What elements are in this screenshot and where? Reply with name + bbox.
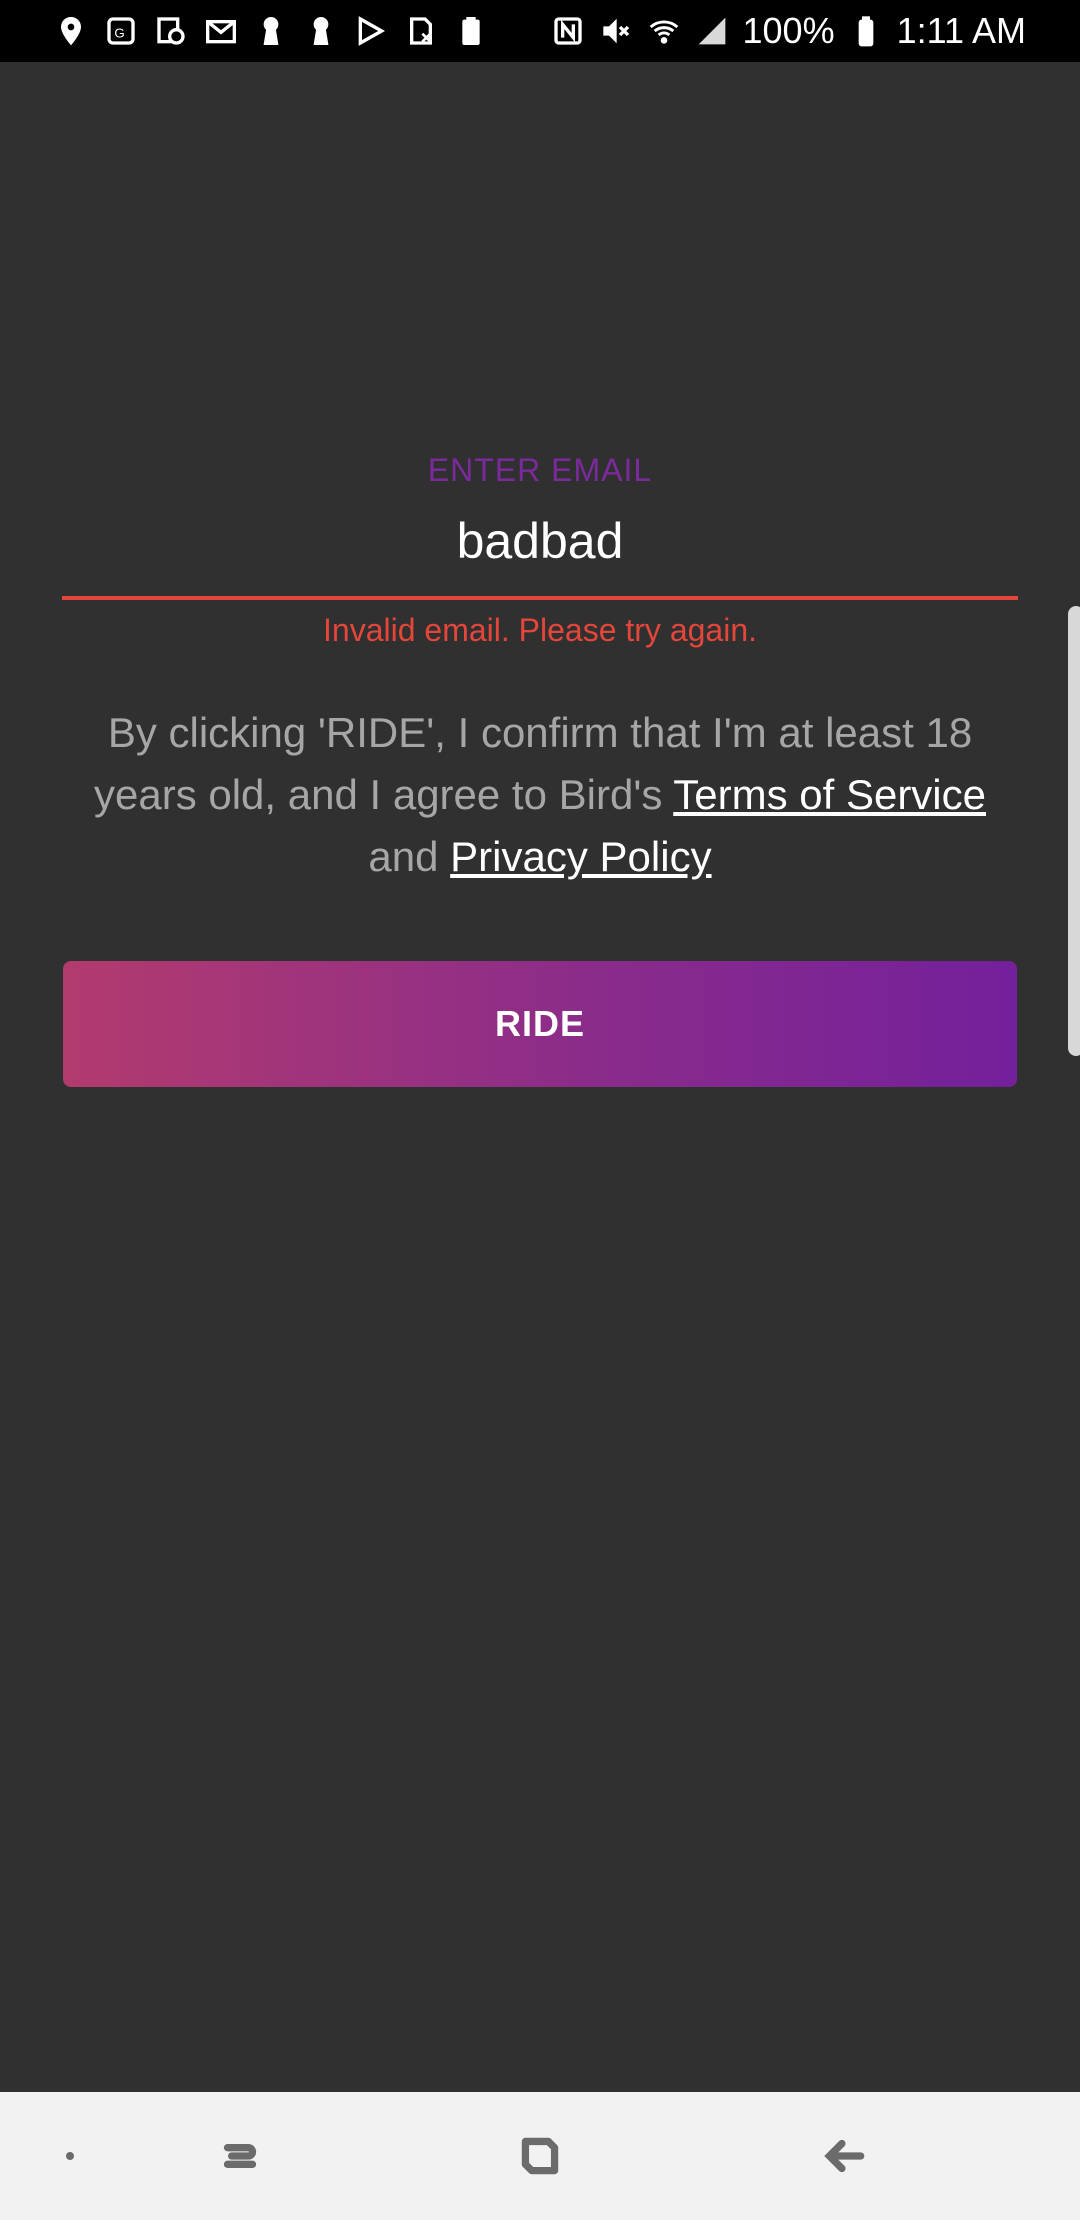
privacy-policy-link[interactable]: Privacy Policy [450,833,711,880]
status-bar-right: 100% 1:11 AM [551,10,1026,52]
clock: 1:11 AM [896,10,1026,51]
ride-button[interactable]: RIDE [63,961,1017,1087]
email-entry-screen: ENTER EMAIL Invalid email. Please try ag… [0,62,1080,2092]
email-label: ENTER EMAIL [427,452,653,488]
wifi-icon [647,14,681,48]
keyhole-icon [254,14,288,48]
battery-icon [849,14,883,48]
legal-and-text: and [368,833,451,880]
battery-percent: 100% [742,10,835,51]
terms-of-service-link[interactable]: Terms of Service [673,771,986,818]
nav-recents-button[interactable] [200,2092,280,2220]
mute-icon [599,14,633,48]
dot-icon [66,2152,74,2160]
email-underline [62,596,1018,600]
play-store-icon [354,14,388,48]
edge-panel-handle[interactable] [1068,606,1080,1056]
sim-off-icon [404,14,438,48]
signal-icon [695,14,729,48]
screen: G 100% 1:11 AM ENTER EMAIL badbad Invali… [0,0,1080,2220]
email-error-message: Invalid email. Please try again. [323,612,757,648]
status-bar: G 100% 1:11 AM [0,0,1080,62]
nfc-icon [551,14,585,48]
battery-saver-icon [454,14,488,48]
home-icon [521,2137,559,2175]
location-pin-icon [54,14,88,48]
status-bar-left: G [54,14,488,48]
nav-dot-button[interactable] [40,2092,100,2220]
navigation-bar [0,2092,1080,2220]
svg-text:G: G [114,26,124,41]
recents-icon [223,2144,257,2168]
legal-disclaimer: By clicking 'RIDE', I confirm that I'm a… [90,702,990,888]
nav-home-button[interactable] [500,2092,580,2220]
nav-back-button[interactable] [804,2092,884,2220]
gmail-icon [204,14,238,48]
calendar-clock-icon [154,14,188,48]
email-input[interactable] [0,512,1080,570]
maps-app-icon: G [104,14,138,48]
back-icon [824,2139,865,2173]
keyhole-icon [304,14,338,48]
